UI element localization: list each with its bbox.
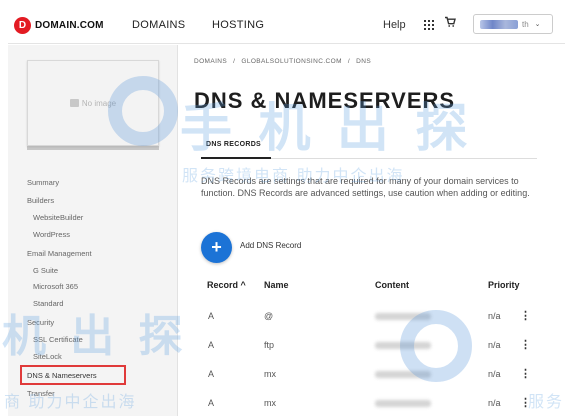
- account-avatar: [480, 19, 518, 29]
- sidebar: No image Summary Builders WebsiteBuilder…: [8, 45, 178, 416]
- sidebar-item-summary[interactable]: Summary: [27, 178, 59, 187]
- column-header-content: Content: [375, 280, 409, 290]
- breadcrumb-separator: /: [233, 58, 236, 65]
- sidebar-item-websitebuilder[interactable]: WebsiteBuilder: [33, 213, 83, 222]
- logo-mark: D: [14, 17, 31, 34]
- sidebar-item-transfer[interactable]: Transfer: [27, 389, 55, 398]
- breadcrumb-separator: /: [347, 58, 351, 65]
- breadcrumb-domain[interactable]: GLOBALSOLUTIONSINC.COM: [241, 58, 342, 65]
- add-dns-record-button[interactable]: +: [201, 232, 232, 263]
- site-thumbnail: No image: [27, 60, 159, 146]
- cell-name: ftp: [264, 340, 275, 350]
- account-menu-button[interactable]: th ⌄: [473, 14, 553, 34]
- sidebar-item-sitelock[interactable]: SiteLock: [33, 352, 62, 361]
- row-menu-icon[interactable]: ⋮: [520, 398, 531, 409]
- breadcrumb-dns: DNS: [356, 58, 372, 65]
- cell-name: mx: [264, 398, 276, 408]
- breadcrumb: DOMAINS / GLOBALSOLUTIONSINC.COM / DNS: [194, 58, 371, 65]
- cart-icon[interactable]: [444, 16, 456, 31]
- sidebar-item-standard[interactable]: Standard: [33, 299, 63, 308]
- cell-priority: n/a: [488, 369, 501, 379]
- cell-record: A: [208, 340, 215, 350]
- cell-record: A: [208, 311, 215, 321]
- cell-content-redacted: [375, 400, 431, 407]
- column-header-priority: Priority: [488, 280, 520, 290]
- row-menu-icon[interactable]: ⋮: [520, 340, 531, 351]
- tab-dns-records[interactable]: DNS RECORDS: [206, 141, 261, 148]
- cell-content-redacted: [375, 313, 431, 320]
- nav-hosting[interactable]: HOSTING: [212, 19, 264, 31]
- cell-priority: n/a: [488, 311, 501, 321]
- cell-record: A: [208, 369, 215, 379]
- tab-active-underline: [201, 157, 271, 159]
- column-header-name: Name: [264, 280, 289, 290]
- cell-priority: n/a: [488, 398, 501, 408]
- cell-name: mx: [264, 369, 276, 379]
- column-header-record[interactable]: Record ^: [207, 280, 246, 290]
- image-icon: [69, 99, 79, 107]
- cell-record: A: [208, 398, 215, 408]
- watermark-slogan: 服务: [528, 394, 565, 411]
- sidebar-item-builders[interactable]: Builders: [27, 196, 54, 205]
- chevron-down-icon: ⌄: [534, 21, 541, 28]
- cell-name: @: [264, 311, 274, 321]
- row-menu-icon[interactable]: ⋮: [520, 311, 531, 322]
- sidebar-item-gsuite[interactable]: G Suite: [33, 266, 58, 275]
- thumbnail-divider: [27, 146, 159, 150]
- dns-description: DNS Records are settings that are requir…: [201, 176, 530, 198]
- thumbnail-label: No image: [81, 98, 117, 108]
- row-menu-icon[interactable]: ⋮: [520, 369, 531, 380]
- apps-grid-icon[interactable]: [424, 20, 434, 30]
- brand-logo[interactable]: D DOMAIN.COM: [14, 17, 104, 34]
- sidebar-item-security[interactable]: Security: [27, 318, 54, 327]
- add-dns-record-label[interactable]: Add DNS Record: [240, 241, 301, 250]
- cell-content-redacted: [375, 342, 431, 349]
- cell-priority: n/a: [488, 340, 501, 350]
- cell-content-redacted: [375, 371, 431, 378]
- highlight-annotation: [20, 365, 126, 385]
- account-name: th: [522, 19, 529, 29]
- breadcrumb-domains[interactable]: DOMAINS: [194, 58, 227, 65]
- sidebar-item-email-management[interactable]: Email Management: [27, 249, 92, 258]
- top-navigation-bar: D DOMAIN.COM DOMAINS HOSTING Help th ⌄: [8, 8, 565, 44]
- sidebar-item-ssl-certificate[interactable]: SSL Certificate: [33, 335, 83, 344]
- page-title: DNS & NAMESERVERS: [194, 88, 456, 113]
- logo-text: DOMAIN.COM: [35, 20, 104, 31]
- help-link[interactable]: Help: [383, 19, 406, 31]
- nav-domains[interactable]: DOMAINS: [132, 19, 185, 31]
- sidebar-item-wordpress[interactable]: WordPress: [33, 230, 70, 239]
- sidebar-item-microsoft365[interactable]: Microsoft 365: [33, 282, 78, 291]
